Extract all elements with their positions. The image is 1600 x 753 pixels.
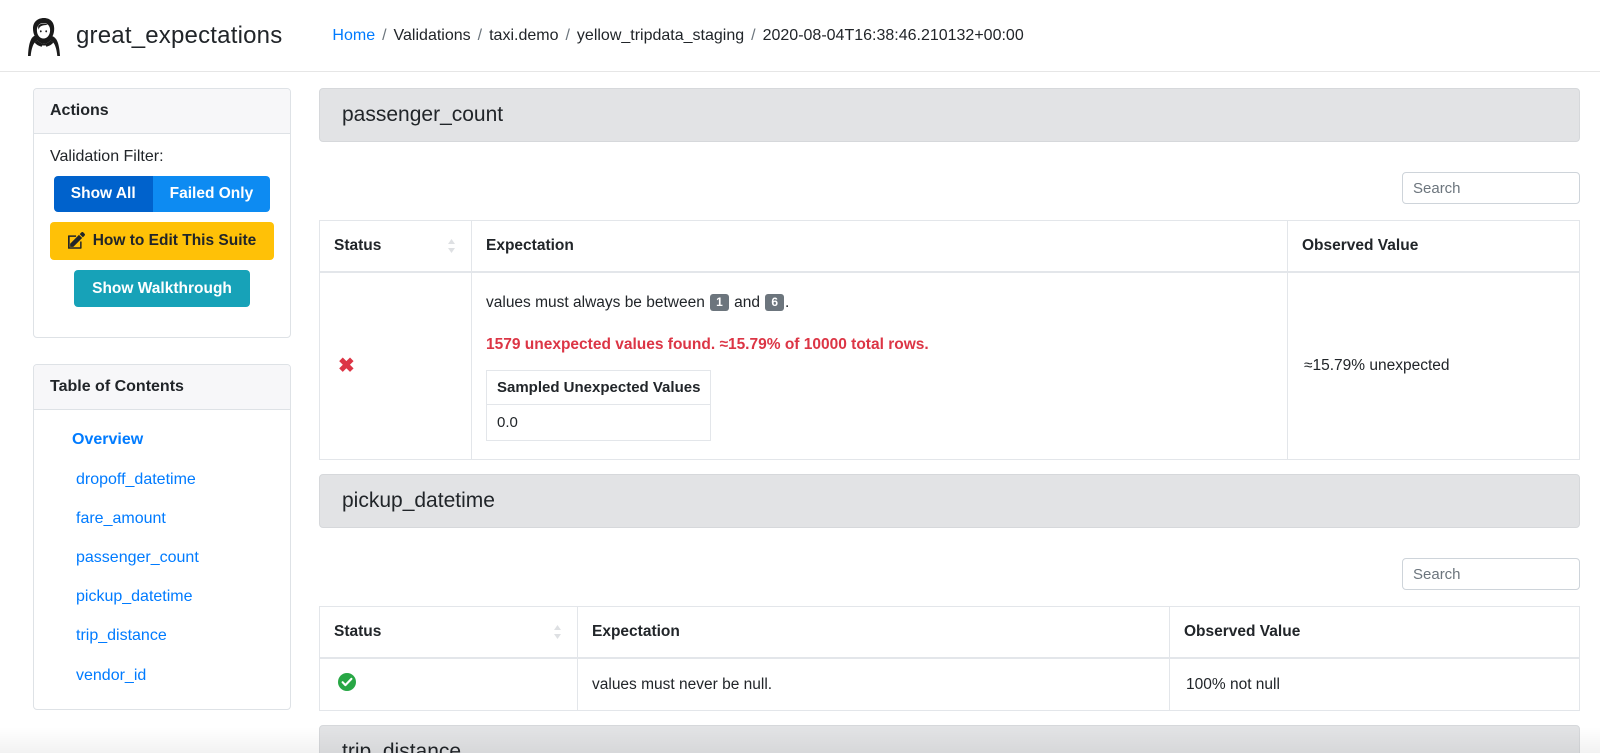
breadcrumb-item-validations: Validations bbox=[394, 27, 471, 45]
column-header-status[interactable]: Status bbox=[320, 607, 578, 659]
breadcrumb-item-datasource: taxi.demo bbox=[489, 27, 558, 45]
actions-card-title: Actions bbox=[34, 89, 290, 134]
breadcrumb-separator: / bbox=[751, 27, 755, 45]
sort-toggle-icon[interactable] bbox=[552, 624, 563, 640]
observed-value-cell: 100% not null bbox=[1170, 658, 1580, 711]
section-header-pickup-datetime: pickup_datetime bbox=[319, 474, 1580, 528]
breadcrumb-item-suite: yellow_tripdata_staging bbox=[577, 27, 744, 45]
sampled-header-row: Sampled Unexpected Values bbox=[487, 371, 711, 405]
show-all-button[interactable]: Show All bbox=[54, 176, 153, 212]
kwarg-min-value: 1 bbox=[710, 294, 729, 311]
breadcrumb-separator: / bbox=[382, 27, 386, 45]
section-body-pickup-datetime: Status Expectation Observed Value bbox=[319, 528, 1580, 711]
toc-item-pickup-datetime[interactable]: pickup_datetime bbox=[34, 577, 290, 616]
how-to-edit-suite-label: How to Edit This Suite bbox=[93, 232, 257, 250]
walkthrough-row: Show Walkthrough bbox=[50, 270, 274, 308]
column-header-expectation: Expectation bbox=[472, 221, 1288, 273]
status-cell: ✖ bbox=[320, 272, 472, 460]
column-header-status-label: Status bbox=[334, 623, 381, 641]
ge-portrait-logo-icon bbox=[22, 12, 66, 60]
observed-value-cell: ≈15.79% unexpected bbox=[1288, 272, 1580, 460]
main-content: passenger_count Status bbox=[291, 88, 1580, 753]
kwarg-max-value: 6 bbox=[765, 294, 784, 311]
edit-suite-row: How to Edit This Suite bbox=[50, 222, 274, 260]
filter-button-group: Show All Failed Only bbox=[54, 176, 270, 212]
toc-item-vendor-id[interactable]: vendor_id bbox=[34, 656, 290, 695]
expectation-statement: values must always be between 1 and 6. bbox=[486, 291, 1273, 314]
brand-name: great_expectations bbox=[76, 22, 282, 50]
table-header-row: Status Expectation Observed Value bbox=[320, 607, 1580, 659]
toc-list: Overview dropoff_datetime fare_amount pa… bbox=[34, 410, 290, 708]
sampled-unexpected-values-table: Sampled Unexpected Values 0.0 bbox=[486, 370, 711, 441]
column-header-observed-value: Observed Value bbox=[1170, 607, 1580, 659]
search-row-pickup-datetime bbox=[319, 528, 1580, 606]
breadcrumb-item-timestamp: 2020-08-04T16:38:46.210132+00:00 bbox=[763, 27, 1024, 45]
toc-item-trip-distance[interactable]: trip_distance bbox=[34, 616, 290, 655]
expectation-prefix: values must always be between bbox=[486, 294, 705, 311]
table-header-row: Status Expectation Observed Value bbox=[320, 221, 1580, 273]
table-of-contents-card: Table of Contents Overview dropoff_datet… bbox=[33, 364, 291, 709]
toc-title: Table of Contents bbox=[34, 365, 290, 410]
section-header-passenger-count: passenger_count bbox=[319, 88, 1580, 142]
sampled-value-cell: 0.0 bbox=[487, 405, 711, 441]
validation-filter-label: Validation Filter: bbox=[50, 148, 274, 166]
expectation-cell: values must never be null. bbox=[578, 658, 1170, 711]
expectation-suffix: . bbox=[785, 294, 789, 311]
top-navbar: great_expectations Home / Validations / … bbox=[0, 0, 1600, 72]
table-row: values must never be null. 100% not null bbox=[320, 658, 1580, 711]
validation-filter-group: Show All Failed Only bbox=[50, 176, 274, 212]
section-body-passenger-count: Status Expectation Observed Value bbox=[319, 142, 1580, 460]
table-row: ✖ values must always be between 1 and 6.… bbox=[320, 272, 1580, 460]
breadcrumb: Home / Validations / taxi.demo / yellow_… bbox=[332, 27, 1023, 45]
breadcrumb-separator: / bbox=[565, 27, 569, 45]
toc-item-dropoff-datetime[interactable]: dropoff_datetime bbox=[34, 460, 290, 499]
sort-toggle-icon[interactable] bbox=[446, 238, 457, 254]
toc-item-overview[interactable]: Overview bbox=[34, 420, 290, 459]
column-header-expectation: Expectation bbox=[578, 607, 1170, 659]
breadcrumb-separator: / bbox=[478, 27, 482, 45]
section-gap bbox=[319, 460, 1580, 474]
toc-item-fare-amount[interactable]: fare_amount bbox=[34, 499, 290, 538]
pencil-square-icon bbox=[68, 232, 85, 249]
sampled-values-header: Sampled Unexpected Values bbox=[487, 371, 711, 405]
status-cell bbox=[320, 658, 578, 711]
column-header-status-label: Status bbox=[334, 237, 381, 255]
unexpected-values-message: 1579 unexpected values found. ≈15.79% of… bbox=[486, 336, 1273, 354]
failed-only-button[interactable]: Failed Only bbox=[153, 176, 271, 212]
page-body: Actions Validation Filter: Show All Fail… bbox=[0, 72, 1600, 753]
validation-table-passenger-count: Status Expectation Observed Value bbox=[319, 220, 1580, 460]
search-input-pickup-datetime[interactable] bbox=[1402, 558, 1580, 590]
actions-card-body: Validation Filter: Show All Failed Only bbox=[34, 134, 290, 337]
show-walkthrough-button[interactable]: Show Walkthrough bbox=[74, 270, 250, 308]
red-x-icon: ✖ bbox=[338, 356, 355, 376]
breadcrumb-home-link[interactable]: Home bbox=[332, 27, 375, 45]
sidebar: Actions Validation Filter: Show All Fail… bbox=[33, 88, 291, 736]
expectation-conjunction: and bbox=[734, 294, 760, 311]
column-header-observed-value: Observed Value bbox=[1288, 221, 1580, 273]
expectation-cell: values must always be between 1 and 6. 1… bbox=[472, 272, 1288, 460]
search-input-passenger-count[interactable] bbox=[1402, 172, 1580, 204]
brand[interactable]: great_expectations bbox=[22, 12, 282, 60]
column-header-status[interactable]: Status bbox=[320, 221, 472, 273]
validation-table-pickup-datetime: Status Expectation Observed Value bbox=[319, 606, 1580, 711]
green-check-icon bbox=[338, 673, 356, 691]
sampled-value-row: 0.0 bbox=[487, 405, 711, 441]
how-to-edit-suite-button[interactable]: How to Edit This Suite bbox=[50, 222, 274, 260]
actions-card: Actions Validation Filter: Show All Fail… bbox=[33, 88, 291, 338]
toc-item-passenger-count[interactable]: passenger_count bbox=[34, 538, 290, 577]
search-row-passenger-count bbox=[319, 142, 1580, 220]
section-gap bbox=[319, 711, 1580, 725]
section-header-trip-distance: trip_distance bbox=[319, 725, 1580, 753]
